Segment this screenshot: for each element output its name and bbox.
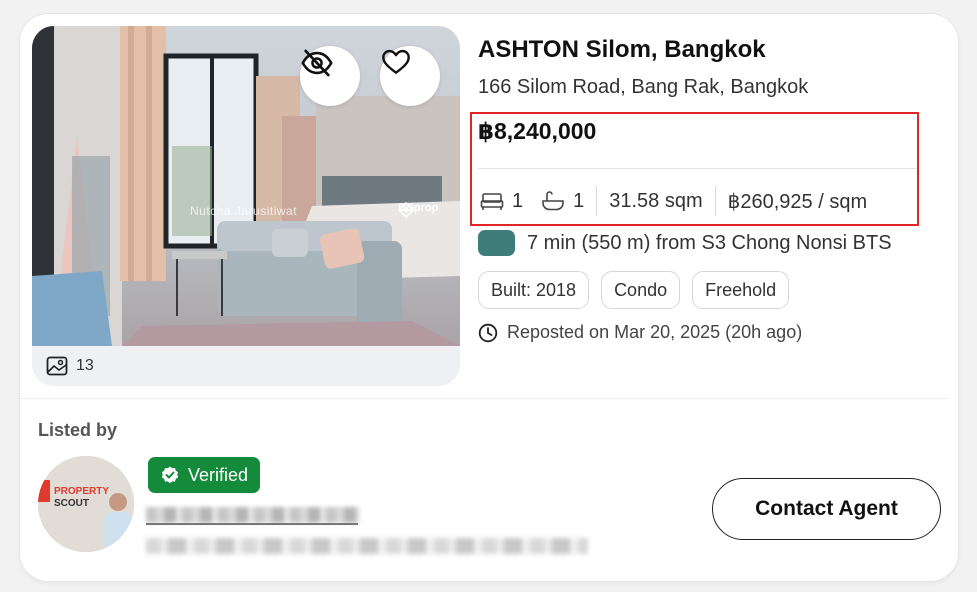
agent-avatar[interactable]: PROPERTY SCOUT bbox=[38, 456, 134, 552]
listing-price: ฿8,240,000 bbox=[478, 118, 597, 144]
transit-info: 7 min (550 m) from S3 Chong Nonsi BTS bbox=[478, 230, 892, 256]
bathrooms-count: 1 bbox=[573, 189, 585, 212]
bathtub-icon bbox=[542, 191, 564, 211]
tag-property-type: Condo bbox=[601, 271, 681, 309]
bedrooms-count: 1 bbox=[512, 189, 524, 212]
reposted-text: Reposted on Mar 20, 2025 (20h ago) bbox=[507, 322, 803, 342]
verified-check-icon bbox=[161, 466, 179, 484]
listing-photo[interactable]: Nutcha Jarusitiwat DDprop bbox=[32, 26, 460, 346]
bathrooms: 1 bbox=[541, 190, 584, 213]
heart-icon bbox=[382, 49, 410, 74]
photo-watermark: Nutcha Jarusitiwat bbox=[190, 204, 298, 218]
price-per-sqm: ฿260,925 / sqm bbox=[727, 190, 868, 213]
agent-name-redacted bbox=[146, 507, 360, 523]
bts-line-badge bbox=[478, 230, 515, 256]
image-icon bbox=[46, 356, 68, 376]
listing-card[interactable]: Nutcha Jarusitiwat DDprop 13 ASHTON Silo… bbox=[20, 14, 958, 581]
transit-text: 7 min (550 m) from S3 Chong Nonsi BTS bbox=[527, 231, 892, 254]
brand-watermark: DDprop bbox=[398, 202, 438, 218]
listing-title[interactable]: ASHTON Silom, Bangkok bbox=[478, 36, 766, 64]
listing-specs: 1 1 31.58 sqm ฿260,925 / sqm bbox=[480, 186, 867, 216]
eye-off-icon bbox=[301, 49, 333, 77]
favorite-button[interactable] bbox=[380, 46, 440, 106]
photo-gallery[interactable]: Nutcha Jarusitiwat DDprop 13 bbox=[32, 26, 460, 386]
svg-text:SCOUT: SCOUT bbox=[54, 498, 89, 509]
section-divider bbox=[20, 398, 948, 399]
listing-address: 166 Silom Road, Bang Rak, Bangkok bbox=[478, 76, 809, 98]
spec-separator bbox=[714, 186, 716, 216]
bed-icon bbox=[480, 193, 504, 210]
verified-badge: Verified bbox=[148, 457, 261, 493]
agent-company-redacted bbox=[146, 538, 588, 554]
brand-logo-icon bbox=[398, 202, 414, 218]
listing-tags: Built: 2018 Condo Freehold bbox=[478, 271, 790, 309]
tag-tenure: Freehold bbox=[692, 271, 790, 309]
verified-label: Verified bbox=[188, 464, 249, 485]
tag-built-year: Built: 2018 bbox=[478, 271, 590, 309]
spec-separator bbox=[596, 186, 598, 216]
clock-icon bbox=[478, 323, 498, 342]
floor-area: 31.58 sqm bbox=[609, 189, 703, 212]
agent-logo-text: PROPERTY bbox=[54, 486, 109, 497]
photo-count-bar[interactable]: 13 bbox=[32, 346, 460, 386]
photo-count: 13 bbox=[76, 357, 94, 374]
reposted-info: Reposted on Mar 20, 2025 (20h ago) bbox=[478, 322, 802, 343]
hide-listing-button[interactable] bbox=[300, 46, 360, 106]
agent-name-underline bbox=[146, 523, 358, 525]
contact-agent-button[interactable]: Contact Agent bbox=[712, 478, 941, 540]
bedrooms: 1 bbox=[480, 190, 523, 213]
listed-by-label: Listed by bbox=[38, 420, 118, 440]
price-divider bbox=[478, 168, 916, 169]
